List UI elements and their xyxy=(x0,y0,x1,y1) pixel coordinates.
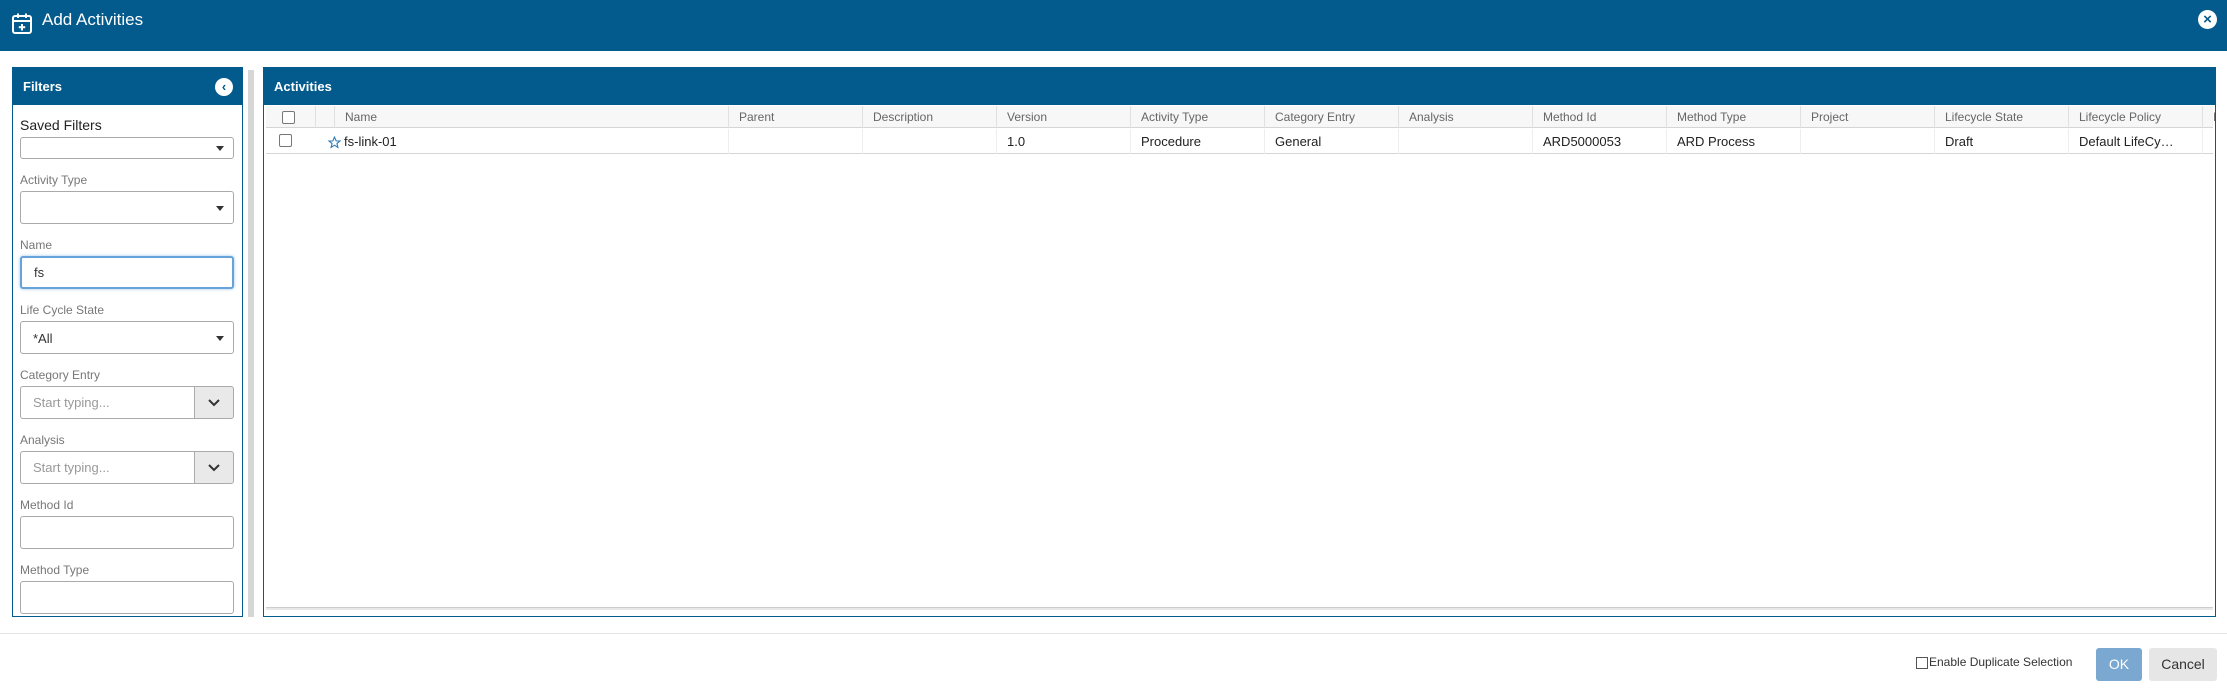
saved-filters-label: Saved Filters xyxy=(20,117,102,133)
category-dropdown-button[interactable] xyxy=(194,386,234,419)
cell-extra xyxy=(2202,129,2215,154)
column-header-category-entry[interactable]: Category Entry xyxy=(1264,106,1398,128)
caret-down-icon xyxy=(216,335,224,341)
filters-header: Filters ‹ xyxy=(13,68,242,105)
cell-lifecycle-policy: Default LifeCy… xyxy=(2068,129,2202,154)
column-divider xyxy=(315,106,316,128)
activities-panel: Activities Name Parent Description Versi… xyxy=(263,67,2216,617)
column-header-project[interactable]: Project xyxy=(1800,106,1934,128)
select-all-checkbox[interactable] xyxy=(282,111,295,124)
dialog-title: Add Activities xyxy=(42,10,144,29)
category-entry-combo xyxy=(20,386,234,419)
column-header-method-type[interactable]: Method Type xyxy=(1666,106,1800,128)
cell-category-entry: General xyxy=(1264,129,1398,154)
grid-header: Name Parent Description Version Activity… xyxy=(266,106,2215,128)
lifecycle-state-select[interactable]: *All xyxy=(20,321,234,354)
analysis-dropdown-button[interactable] xyxy=(194,451,234,484)
method-id-label: Method Id xyxy=(20,498,74,512)
activity-type-label: Activity Type xyxy=(20,173,88,187)
column-header-lifecycle-policy[interactable]: Lifecycle Policy xyxy=(2068,106,2202,128)
method-type-label: Method Type xyxy=(20,563,90,577)
analysis-combo xyxy=(20,451,234,484)
name-label: Name xyxy=(20,238,53,252)
row-checkbox[interactable] xyxy=(279,134,292,147)
column-header-lifecycle-state[interactable]: Lifecycle State xyxy=(1934,106,2068,128)
filters-scrollbar[interactable] xyxy=(248,70,254,617)
enable-duplicate-checkbox[interactable] xyxy=(1916,657,1928,669)
caret-down-icon xyxy=(216,146,224,151)
column-header-analysis[interactable]: Analysis xyxy=(1398,106,1532,128)
method-type-input[interactable] xyxy=(20,581,234,614)
cell-name: fs-link-01 xyxy=(344,134,397,149)
cell-lifecycle-state: Draft xyxy=(1934,129,2068,154)
cell-activity-type: Procedure xyxy=(1130,129,1264,154)
footer-divider xyxy=(0,633,2227,634)
ok-button[interactable]: OK xyxy=(2096,648,2142,681)
cell-description xyxy=(862,129,996,154)
saved-filters-select[interactable] xyxy=(20,137,234,159)
method-id-input[interactable] xyxy=(20,516,234,549)
column-header-extra[interactable]: I xyxy=(2202,106,2215,128)
column-header-activity-type[interactable]: Activity Type xyxy=(1130,106,1264,128)
caret-down-icon xyxy=(216,205,224,211)
analysis-input[interactable] xyxy=(20,451,194,484)
column-header-version[interactable]: Version xyxy=(996,106,1130,128)
activity-type-select[interactable] xyxy=(20,191,234,224)
close-icon[interactable]: × xyxy=(2198,10,2217,29)
enable-duplicate-label: Enable Duplicate Selection xyxy=(1929,655,2073,669)
chevron-down-icon xyxy=(208,463,220,471)
activities-title: Activities xyxy=(274,79,332,94)
column-header-name[interactable]: Name xyxy=(334,106,603,128)
category-entry-input[interactable] xyxy=(20,386,194,419)
column-header-description[interactable]: Description xyxy=(862,106,996,128)
cell-method-id: ARD5000053 xyxy=(1532,129,1666,154)
table-row[interactable]: fs-link-01 1.0 Procedure General ARD5000… xyxy=(266,129,2213,154)
category-entry-label: Category Entry xyxy=(20,368,101,382)
filters-title: Filters xyxy=(23,79,63,94)
chevron-down-icon xyxy=(208,398,220,406)
cell-method-type: ARD Process xyxy=(1666,129,1800,154)
activities-header: Activities xyxy=(264,68,2215,105)
collapse-icon[interactable]: ‹ xyxy=(215,78,233,96)
cell-parent xyxy=(728,129,862,154)
column-header-parent[interactable]: Parent xyxy=(728,106,862,128)
dialog-titlebar: Add Activities × xyxy=(0,0,2227,51)
column-header-method-id[interactable]: Method Id xyxy=(1532,106,1666,128)
lifecycle-state-value: *All xyxy=(33,331,53,346)
analysis-label: Analysis xyxy=(20,433,65,447)
cell-project xyxy=(1800,129,1934,154)
filters-panel: Filters ‹ Saved Filters Activity Type Na… xyxy=(12,67,243,617)
horizontal-scrollbar[interactable] xyxy=(266,607,2213,610)
cancel-button[interactable]: Cancel xyxy=(2149,648,2217,681)
lifecycle-state-label: Life Cycle State xyxy=(20,303,105,317)
calendar-add-icon xyxy=(12,13,32,34)
cell-version: 1.0 xyxy=(996,129,1130,154)
cell-analysis xyxy=(1398,129,1532,154)
name-input[interactable] xyxy=(20,256,234,289)
